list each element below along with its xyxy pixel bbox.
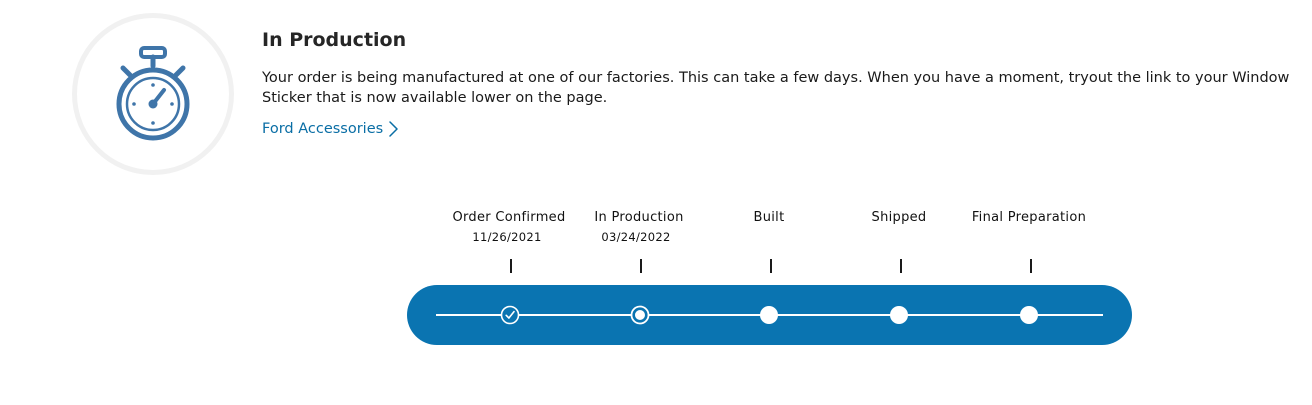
step-tick-built [770, 259, 772, 273]
step-tick-in-production [640, 259, 642, 273]
check-circle-icon [500, 305, 520, 325]
step-label-final-preparation: Final Preparation [971, 210, 1087, 225]
pending-dot-icon [1020, 306, 1038, 324]
current-step-icon [630, 305, 650, 325]
step-tick-shipped [900, 259, 902, 273]
pending-dot-icon [760, 306, 778, 324]
step-tick-order-confirmed [510, 259, 512, 273]
step-tick-final-preparation [1030, 259, 1032, 273]
pending-dot-icon [890, 306, 908, 324]
step-date-order-confirmed: 11/26/2021 [472, 230, 542, 244]
step-date-in-production: 03/24/2022 [601, 230, 671, 244]
order-progress-tracker: Order Confirmed 11/26/2021 In Production… [0, 0, 1312, 405]
